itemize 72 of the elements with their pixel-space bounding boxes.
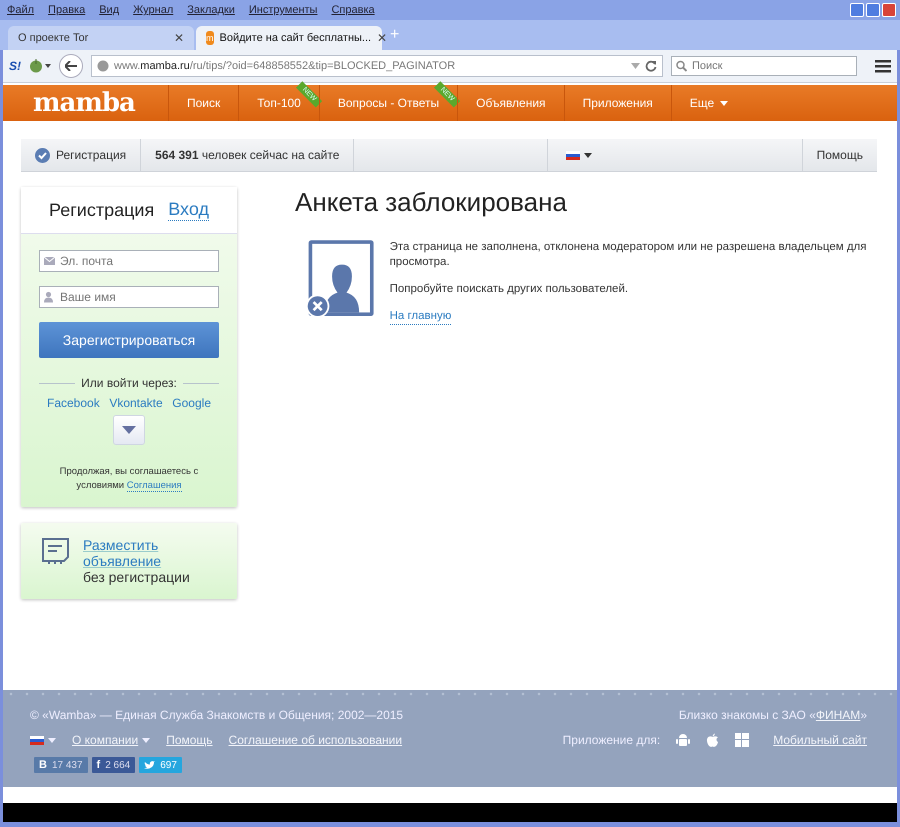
menu-icon[interactable] bbox=[875, 60, 891, 72]
footer-link[interactable]: Помощь bbox=[166, 733, 213, 747]
caret-icon bbox=[122, 426, 136, 434]
footer-link[interactable]: О компании bbox=[72, 733, 150, 747]
nav-link[interactable]: Объявления bbox=[457, 85, 564, 121]
page-title: Анкета заблокирована bbox=[295, 187, 568, 218]
android-icon bbox=[676, 732, 690, 748]
register-button[interactable]: Зарегистрироваться bbox=[39, 322, 219, 358]
menu-item[interactable]: Журнал bbox=[133, 4, 174, 16]
post-ad-link[interactable]: Разместить объявление bbox=[83, 537, 162, 569]
copyright-text: © «Wamba» — Единая Служба Знакомств и Общения; 2002—2015 bbox=[30, 708, 404, 722]
partner-text: Близко знакомы с ЗАО «ФИНАМ» bbox=[678, 708, 867, 722]
apps-label: Приложение для: bbox=[562, 733, 660, 747]
menu-item[interactable]: Инструменты bbox=[248, 4, 318, 16]
message-text: Эта страница не заполнена, отклонена модератором или не разрешена владельцем для просмотра. bbox=[390, 240, 868, 270]
windows-icon bbox=[735, 733, 750, 747]
ad-note: без регистрации bbox=[83, 569, 190, 585]
home-link[interactable]: На главную bbox=[390, 309, 452, 325]
share-counter[interactable]: 697 bbox=[139, 757, 182, 773]
share-counter[interactable]: f 2 664 bbox=[92, 757, 136, 773]
help-link[interactable]: Помощь bbox=[816, 148, 863, 162]
site-logo[interactable]: mamba bbox=[33, 88, 168, 118]
nav-link[interactable]: Приложения bbox=[564, 85, 671, 121]
caret-icon bbox=[720, 100, 728, 106]
caret-icon bbox=[142, 738, 150, 742]
apple-icon bbox=[706, 732, 720, 748]
online-count: 564 391 человек сейчас на сайте bbox=[155, 148, 340, 162]
social-login-link[interactable]: Google bbox=[172, 396, 211, 410]
back-arrow-icon bbox=[65, 61, 77, 71]
social-login-link[interactable]: Facebook bbox=[47, 396, 100, 410]
back-button[interactable] bbox=[59, 54, 83, 78]
close-tab-icon[interactable]: ✕ bbox=[174, 31, 184, 45]
mobile-site-link[interactable]: Мобильный сайт bbox=[773, 733, 867, 747]
browser-tab[interactable]: О проекте Tor ✕ bbox=[8, 26, 194, 50]
onion-icon[interactable] bbox=[29, 59, 51, 73]
menu-item[interactable]: Закладки bbox=[187, 4, 235, 16]
minimize-button[interactable] bbox=[850, 3, 864, 17]
flag-icon bbox=[30, 736, 44, 744]
email-field[interactable]: Эл. почта bbox=[39, 250, 219, 272]
menu-item[interactable]: Файл bbox=[7, 4, 34, 16]
document-icon bbox=[41, 537, 71, 565]
address-bar[interactable]: www.mamba.ru/ru/tips/?oid=648858552&tip=BLOCKED_PAGINATOR bbox=[91, 55, 663, 77]
message-text: Попробуйте поискать других пользователей. bbox=[390, 282, 630, 297]
terms-link[interactable]: Соглашения bbox=[126, 480, 182, 492]
terms-text: Продолжая, вы соглашаетесь с условиями Соглашения bbox=[58, 465, 200, 493]
flag-icon bbox=[566, 150, 580, 160]
reload-icon[interactable] bbox=[645, 60, 657, 72]
auth-tab[interactable]: Вход bbox=[168, 199, 209, 221]
bird-icon bbox=[144, 760, 156, 770]
caret-icon bbox=[584, 152, 592, 158]
social-login-link[interactable]: Vkontakte bbox=[109, 396, 163, 410]
check-icon bbox=[35, 148, 50, 162]
addon-logo[interactable]: S! bbox=[9, 59, 21, 73]
maximize-button[interactable] bbox=[866, 3, 880, 17]
menu-item[interactable]: Справка bbox=[331, 4, 375, 16]
menu-item[interactable]: Вид bbox=[99, 4, 120, 16]
close-button[interactable] bbox=[882, 3, 896, 17]
footer-link[interactable]: Соглашение об использовании bbox=[228, 733, 402, 747]
search-field[interactable]: Поиск bbox=[671, 56, 857, 76]
auth-tab[interactable]: Регистрация bbox=[49, 200, 154, 220]
more-options-button[interactable] bbox=[113, 415, 145, 445]
name-field[interactable]: Ваше имя bbox=[39, 286, 219, 308]
partner-link[interactable]: ФИНАМ bbox=[816, 708, 860, 722]
social-login-label: Или войти через: bbox=[81, 376, 177, 390]
globe-icon bbox=[97, 60, 109, 72]
nav-link[interactable]: Поиск bbox=[168, 85, 238, 121]
caret-icon bbox=[48, 738, 56, 742]
share-counter[interactable]: В 17 437 bbox=[34, 757, 88, 773]
nav-link[interactable]: Еще bbox=[670, 85, 746, 121]
registration-link[interactable]: Регистрация bbox=[56, 148, 126, 162]
site-favicon-icon: m bbox=[206, 31, 214, 45]
menu-item[interactable]: Правка bbox=[48, 4, 86, 16]
